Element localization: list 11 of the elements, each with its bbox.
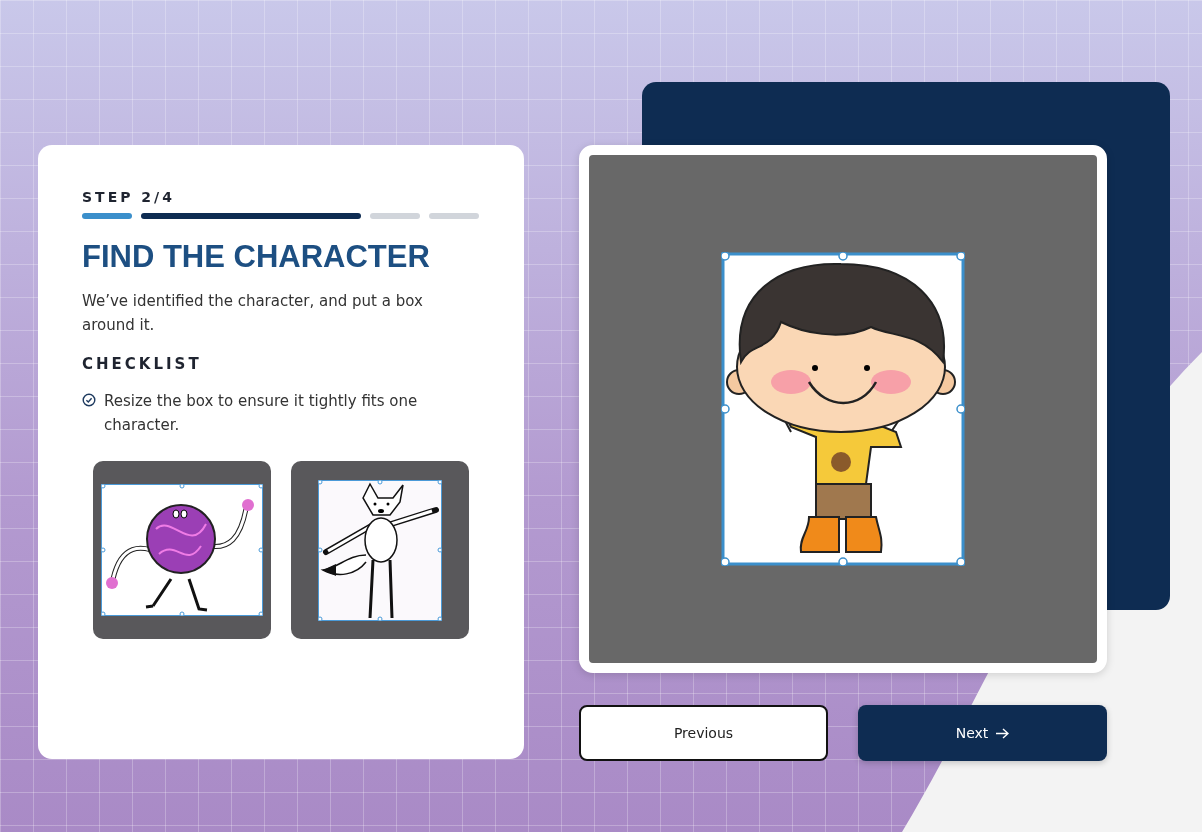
previous-button[interactable]: Previous bbox=[579, 705, 828, 761]
description-text: We’ve identified the character, and put a box around it. bbox=[82, 291, 424, 336]
next-button[interactable]: Next bbox=[858, 705, 1107, 761]
page-title: FIND THE CHARACTER bbox=[82, 239, 431, 275]
checklist-heading: CHECKLIST bbox=[82, 355, 203, 373]
progress-segment bbox=[82, 213, 132, 219]
progress-segment bbox=[429, 213, 479, 219]
arrow-right-icon bbox=[996, 727, 1010, 739]
checklist-item-text: Resize the box to ensure it tightly fits one character. bbox=[104, 391, 419, 436]
step-label: STEP 2/4 bbox=[82, 189, 176, 205]
progress-segment bbox=[370, 213, 420, 219]
